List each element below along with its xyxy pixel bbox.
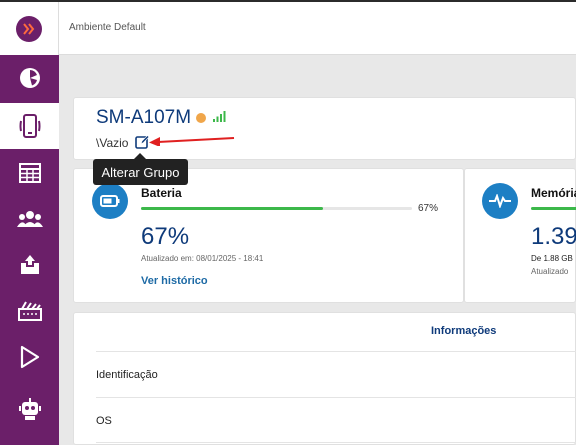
info-title: Informações: [431, 325, 497, 337]
robot-icon: [18, 398, 41, 420]
battery-bar-percent: 67%: [418, 203, 439, 214]
battery-value: 67%: [141, 223, 190, 250]
device-summary-panel: SM-A107M \Vazio: [73, 97, 576, 160]
battery-label: Bateria: [141, 186, 182, 200]
table-icon: [18, 163, 41, 183]
tickets-icon: [17, 301, 42, 321]
top-header: Ambiente Default: [59, 2, 576, 55]
annotation-arrow: [149, 137, 235, 146]
info-row-os[interactable]: OS: [96, 415, 112, 427]
battery-card: Bateria 67% 67% Atualizado em: 08/01/202…: [73, 168, 464, 303]
info-row-identification[interactable]: Identificação: [96, 369, 158, 381]
info-panel: Informações Identificação OS: [73, 312, 576, 445]
divider: [96, 351, 576, 352]
battery-icon: [92, 183, 128, 219]
pie-chart-icon: [19, 68, 40, 88]
sidebar: [0, 2, 59, 445]
battery-updated: Atualizado em: 08/01/2025 - 18:41: [141, 254, 264, 263]
divider: [96, 397, 576, 398]
memory-updated: Atualizado: [531, 267, 569, 276]
sidebar-item-dashboard[interactable]: [0, 55, 59, 101]
sidebar-item-users[interactable]: [0, 196, 59, 242]
pulse-icon: [482, 183, 518, 219]
inbox-upload-icon: [20, 255, 39, 274]
play-store-icon: [20, 345, 39, 369]
battery-progress-fill: [141, 207, 323, 210]
device-name: SM-A107M: [96, 107, 192, 128]
memory-progress-bar: [531, 207, 576, 210]
signal-strength-icon: [213, 111, 226, 122]
sidebar-item-apps[interactable]: [0, 334, 59, 380]
double-chevron-right-icon: [23, 23, 35, 35]
sidebar-item-automation[interactable]: [0, 386, 59, 432]
sidebar-item-reports[interactable]: [0, 150, 59, 196]
status-indicator: [196, 113, 206, 123]
app-logo[interactable]: [16, 16, 42, 42]
smartphone-icon: [19, 114, 40, 138]
battery-progress-bar: [141, 207, 412, 210]
edit-group-tooltip: Alterar Grupo: [93, 159, 188, 185]
environment-label: Ambiente Default: [69, 22, 146, 33]
group-label: \Vazio: [96, 136, 129, 150]
sidebar-item-tickets[interactable]: [0, 288, 59, 334]
battery-history-link[interactable]: Ver histórico: [141, 275, 208, 287]
memory-value: 1.39: [531, 223, 576, 250]
users-icon: [16, 211, 43, 227]
memory-card: Memória 1.39 De 1.88 GB Atualizado: [464, 168, 576, 303]
sidebar-item-distribution[interactable]: [0, 242, 59, 288]
memory-label: Memória: [531, 186, 576, 200]
sidebar-item-devices[interactable]: [0, 103, 59, 149]
divider: [96, 442, 576, 443]
logo-area: [0, 2, 59, 55]
memory-total: De 1.88 GB: [531, 254, 573, 263]
